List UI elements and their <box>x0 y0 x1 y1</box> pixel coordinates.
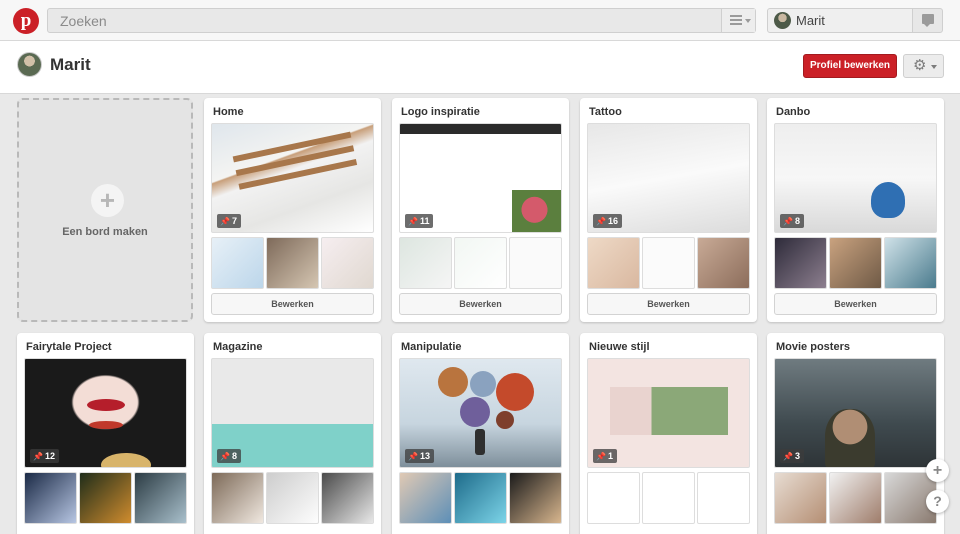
speech-bubble-icon <box>922 14 934 27</box>
user-menu-button[interactable]: Marit <box>767 8 913 33</box>
board-title: Movie posters <box>776 341 850 353</box>
board-cover-image[interactable]: 📌 13 <box>399 358 562 468</box>
board-cover-image[interactable]: 📌 11 <box>399 123 562 233</box>
board-thumbnail[interactable] <box>321 237 374 289</box>
profile-header: Marit Profiel bewerken ⚙ <box>0 41 960 94</box>
board-title: Logo inspiratie <box>401 106 480 118</box>
board-title: Manipulatie <box>401 341 462 353</box>
profile-name: Marit <box>50 55 91 74</box>
edit-profile-button[interactable]: Profiel bewerken <box>803 54 897 78</box>
board-thumbnail[interactable] <box>829 472 882 524</box>
board-title: Tattoo <box>589 106 622 118</box>
pin-count-badge: 📌 11 <box>405 214 434 228</box>
board-card-fairytale-project[interactable]: Fairytale Project 📌 12 <box>17 333 194 534</box>
board-thumbnail[interactable] <box>587 237 640 289</box>
create-board-tile[interactable]: + Een bord maken <box>17 98 193 322</box>
settings-button[interactable]: ⚙ <box>903 54 944 78</box>
empty-thumbnail <box>642 472 695 524</box>
pin-icon: 📌 <box>596 452 606 461</box>
help-fab[interactable]: ? <box>926 490 949 513</box>
board-thumbnail[interactable] <box>266 237 319 289</box>
pin-count-badge: 📌 1 <box>593 449 617 463</box>
board-thumbnail[interactable] <box>774 472 827 524</box>
board-thumbnail[interactable] <box>266 472 319 524</box>
board-title: Home <box>213 106 244 118</box>
board-thumbnail[interactable] <box>321 472 374 524</box>
board-thumbnail[interactable] <box>509 237 562 289</box>
pin-icon: 📌 <box>783 217 793 226</box>
edit-board-button[interactable]: Bewerken <box>211 293 374 315</box>
board-thumbnail[interactable] <box>509 472 562 524</box>
board-card-nieuwe-stijl[interactable]: Nieuwe stijl 📌 1 <box>580 333 757 534</box>
notifications-button[interactable] <box>912 8 943 33</box>
create-board-label: Een bord maken <box>62 226 148 238</box>
pin-count-badge: 📌 16 <box>593 214 622 228</box>
board-thumbnail[interactable] <box>211 237 264 289</box>
profile-avatar[interactable] <box>17 52 42 77</box>
plus-icon: + <box>91 184 124 217</box>
pin-icon: 📌 <box>783 452 793 461</box>
board-thumbnail[interactable] <box>24 472 77 524</box>
search-menu-button[interactable] <box>721 9 755 32</box>
pin-icon: 📌 <box>33 452 43 461</box>
board-thumbnail[interactable] <box>211 472 264 524</box>
board-title: Nieuwe stijl <box>589 341 650 353</box>
pin-count-badge: 📌 3 <box>780 449 804 463</box>
board-cover-image[interactable]: 📌 8 <box>211 358 374 468</box>
board-card-tattoo[interactable]: Tattoo 📌 16 Bewerken <box>580 98 757 322</box>
board-cover-image[interactable]: 📌 7 <box>211 123 374 233</box>
board-card-manipulatie[interactable]: Manipulatie 📌 13 <box>392 333 569 534</box>
board-thumbnail[interactable] <box>79 472 132 524</box>
board-thumbnail[interactable] <box>454 237 507 289</box>
board-card-danbo[interactable]: Danbo 📌 8 Bewerken <box>767 98 944 322</box>
pin-count-badge: 📌 8 <box>780 214 804 228</box>
board-card-home[interactable]: Home 📌 7 Bewerken <box>204 98 381 322</box>
edit-board-button[interactable]: Bewerken <box>774 293 937 315</box>
empty-thumbnail <box>697 472 750 524</box>
pinterest-logo-icon[interactable]: p <box>13 8 39 34</box>
pin-count-badge: 📌 13 <box>405 449 434 463</box>
board-title: Magazine <box>213 341 263 353</box>
search-bar <box>47 8 756 33</box>
menu-icon <box>730 15 742 25</box>
chevron-down-icon <box>745 19 751 23</box>
avatar <box>774 12 791 29</box>
board-thumbnail[interactable] <box>399 237 452 289</box>
pin-icon: 📌 <box>596 217 606 226</box>
chevron-down-icon <box>931 65 937 69</box>
board-thumbnail[interactable] <box>399 472 452 524</box>
board-thumbnail[interactable] <box>642 237 695 289</box>
board-card-movie-posters[interactable]: Movie posters 📌 3 <box>767 333 944 534</box>
add-pin-fab[interactable]: + <box>926 459 949 482</box>
pin-count-badge: 📌 12 <box>30 449 59 463</box>
edit-board-button[interactable]: Bewerken <box>399 293 562 315</box>
empty-thumbnail <box>587 472 640 524</box>
board-cover-image[interactable]: 📌 1 <box>587 358 750 468</box>
pin-count-badge: 📌 7 <box>217 214 241 228</box>
board-title: Fairytale Project <box>26 341 112 353</box>
pin-icon: 📌 <box>220 452 230 461</box>
pin-icon: 📌 <box>408 217 418 226</box>
search-input[interactable] <box>52 10 722 31</box>
board-title: Danbo <box>776 106 811 118</box>
board-thumbnail[interactable] <box>774 237 827 289</box>
board-cover-image[interactable]: 📌 12 <box>24 358 187 468</box>
pin-icon: 📌 <box>220 217 230 226</box>
pin-icon: 📌 <box>408 452 418 461</box>
board-card-magazine[interactable]: Magazine 📌 8 <box>204 333 381 534</box>
board-cover-image[interactable]: 📌 16 <box>587 123 750 233</box>
board-thumbnail[interactable] <box>134 472 187 524</box>
board-thumbnail[interactable] <box>884 237 937 289</box>
board-thumbnail[interactable] <box>454 472 507 524</box>
board-card-logo-inspiratie[interactable]: Logo inspiratie 📌 11 Bewerken <box>392 98 569 322</box>
board-thumbnail[interactable] <box>697 237 750 289</box>
pin-count-badge: 📌 8 <box>217 449 241 463</box>
board-cover-image[interactable]: 📌 3 <box>774 358 937 468</box>
board-thumbnail[interactable] <box>829 237 882 289</box>
top-bar: p Marit <box>0 0 960 41</box>
board-cover-image[interactable]: 📌 8 <box>774 123 937 233</box>
edit-board-button[interactable]: Bewerken <box>587 293 750 315</box>
user-name: Marit <box>796 13 825 28</box>
gear-icon: ⚙ <box>913 57 927 74</box>
